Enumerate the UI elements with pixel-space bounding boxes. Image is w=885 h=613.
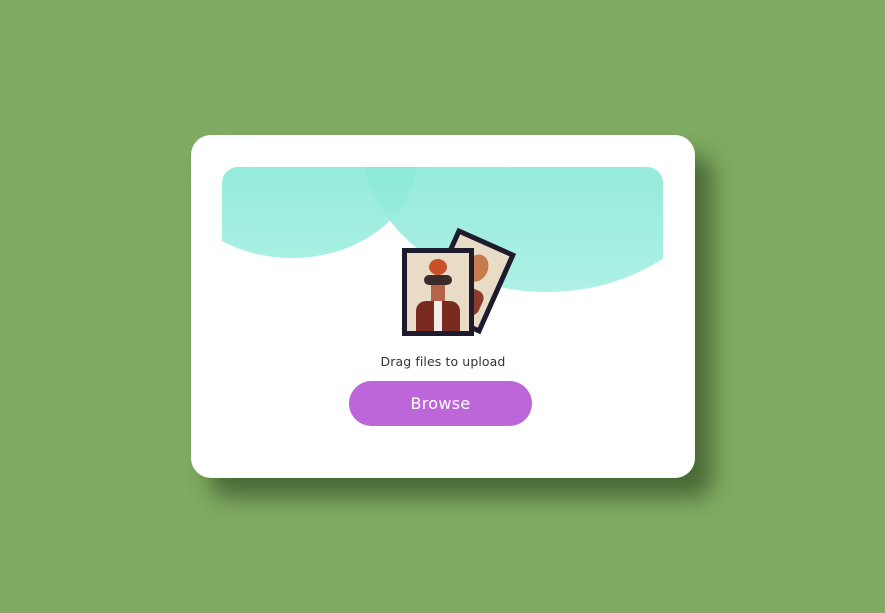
drag-upload-prompt: Drag files to upload	[380, 354, 506, 369]
picture-frames-icon	[391, 227, 517, 341]
browse-button[interactable]: Browse	[349, 381, 532, 426]
picture-frame-front	[402, 248, 474, 336]
artwork-front	[407, 253, 469, 331]
upload-card: Drag files to upload Browse	[191, 135, 695, 478]
